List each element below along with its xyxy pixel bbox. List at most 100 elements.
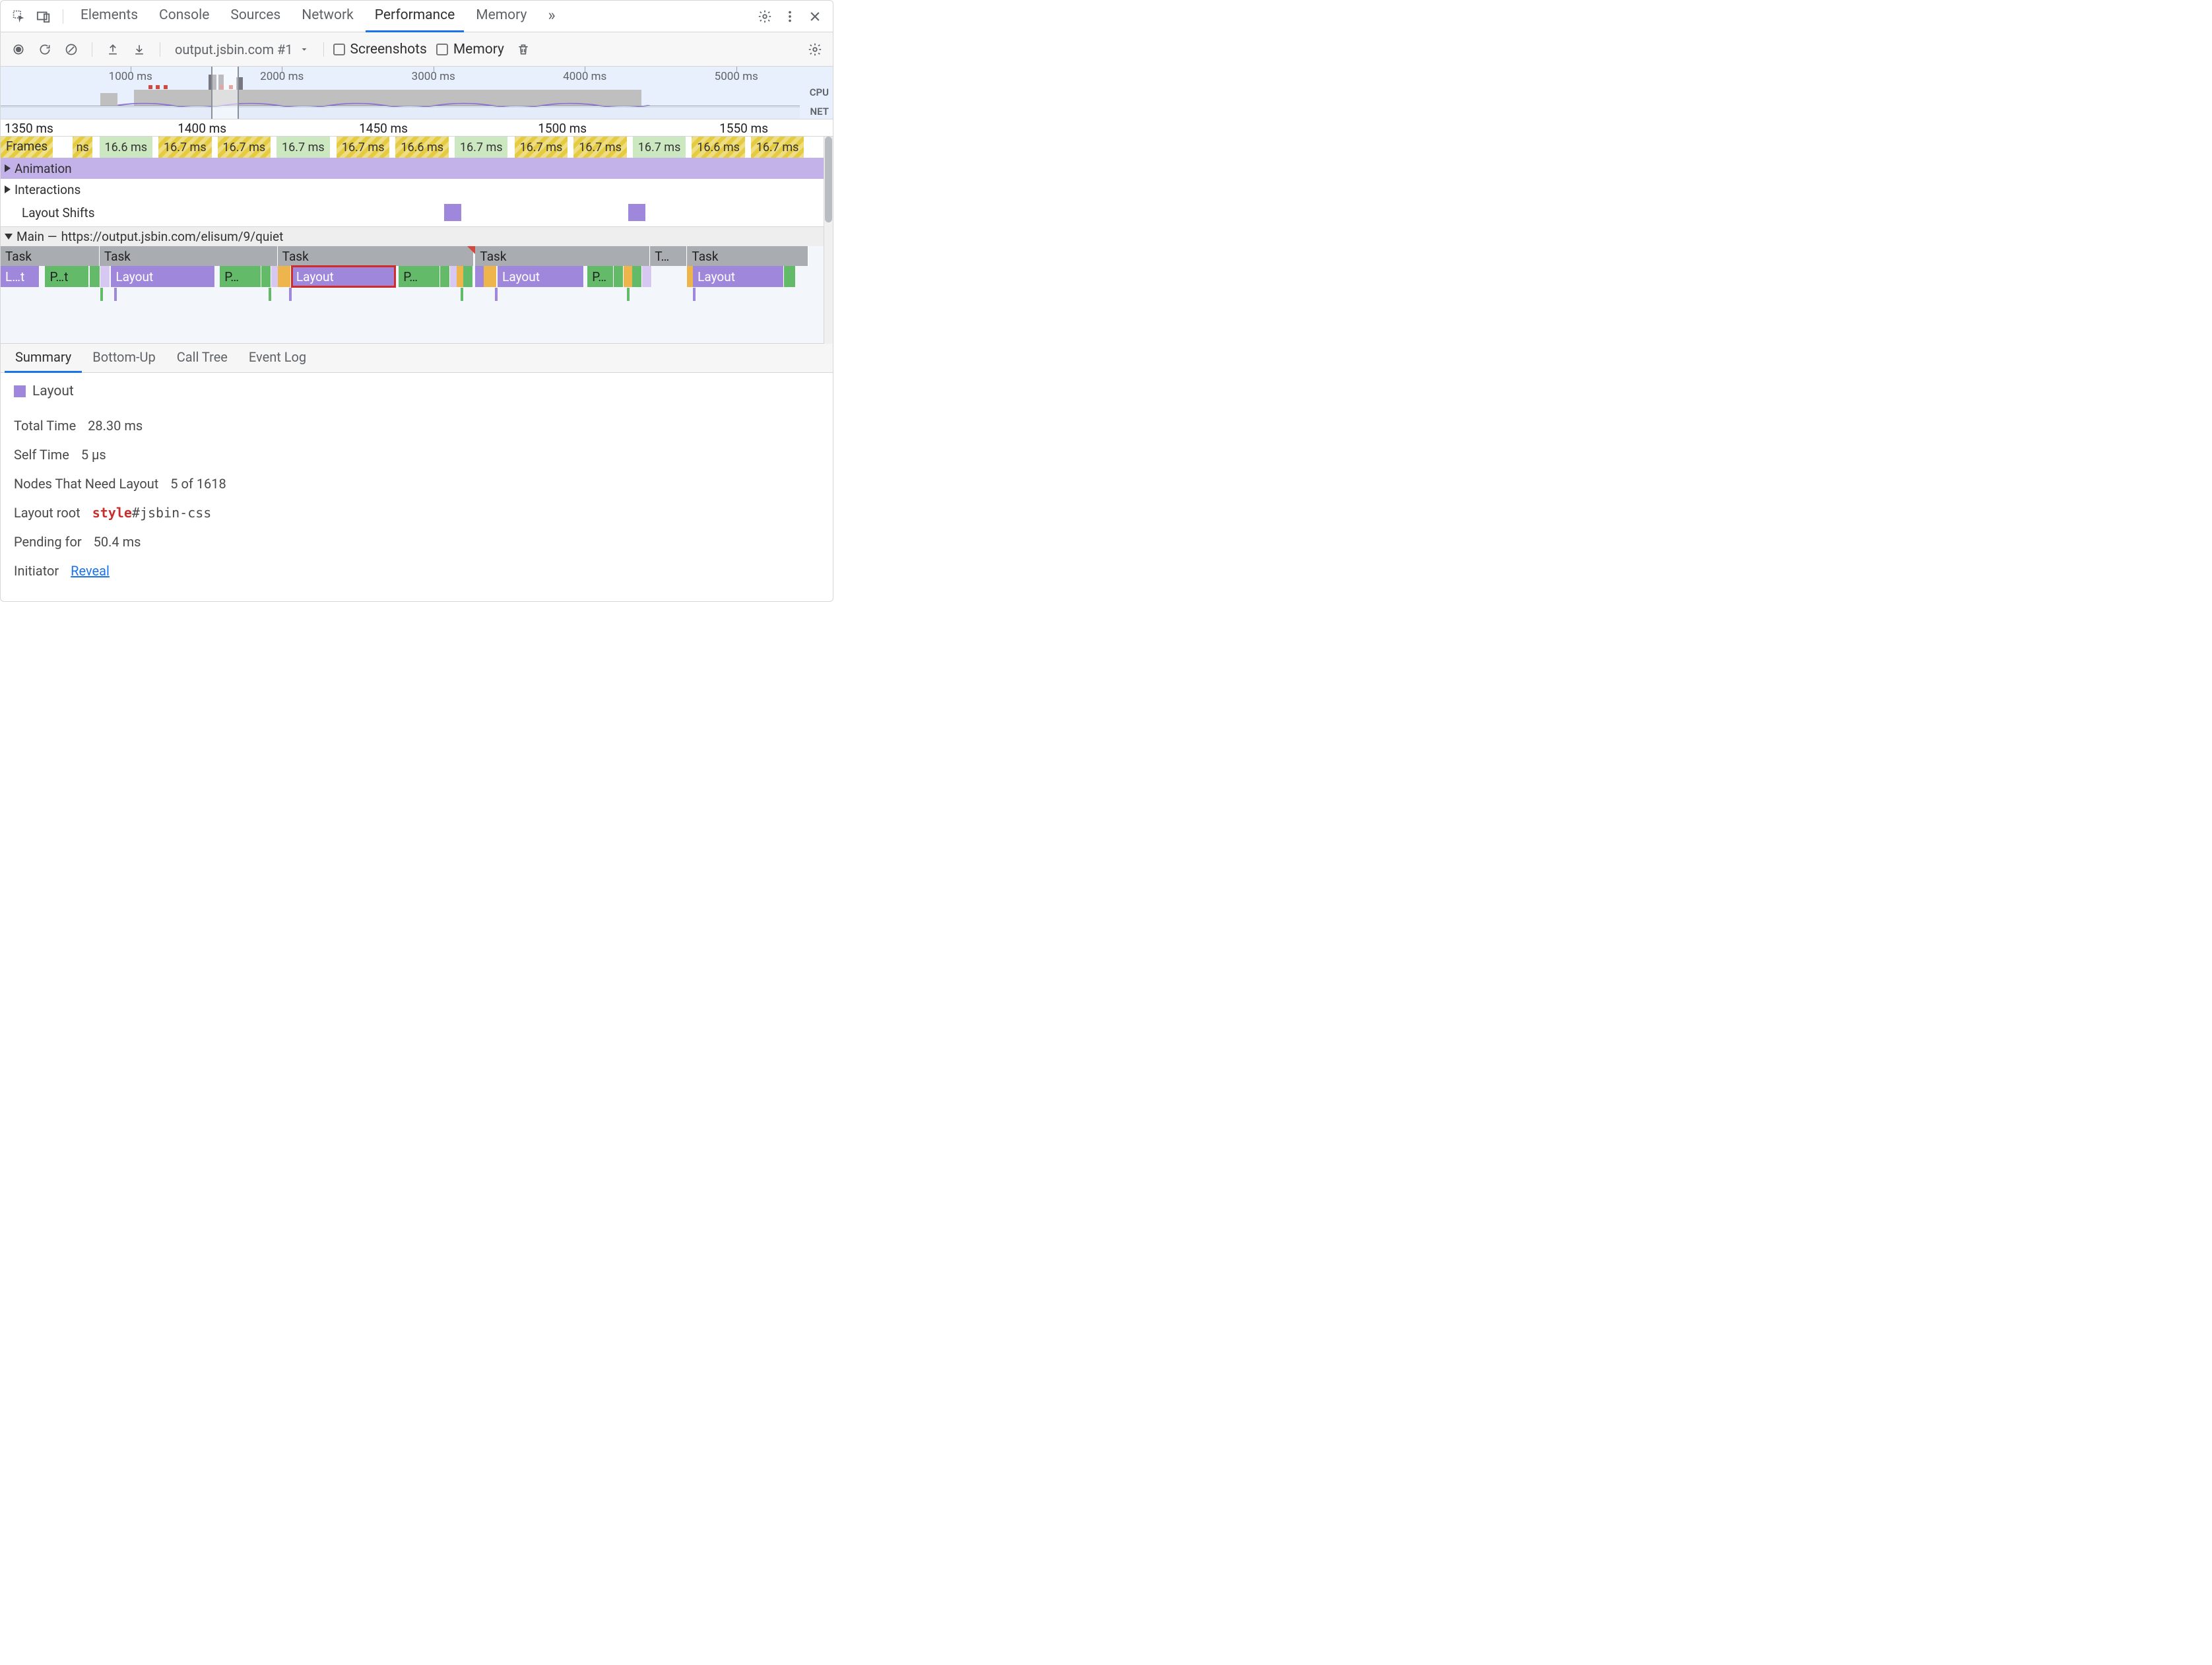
flame-block[interactable] <box>784 266 797 287</box>
summary-row: Self Time5 µs <box>14 440 820 469</box>
flame-task[interactable]: T… <box>650 246 687 266</box>
layout-shift-block[interactable] <box>628 204 645 221</box>
memory-checkbox[interactable]: Memory <box>436 42 504 57</box>
frame-block[interactable]: 16.7 ms <box>632 137 687 158</box>
flame-task[interactable]: Task <box>475 246 650 266</box>
summary-key: Self Time <box>14 447 69 463</box>
flame-block[interactable] <box>278 266 291 287</box>
flame-sliver[interactable] <box>100 288 103 301</box>
layout-shift-block[interactable] <box>444 204 461 221</box>
flame-sliver[interactable] <box>269 288 271 301</box>
flame-block[interactable]: P…t <box>45 266 88 287</box>
flame-block[interactable]: Layout <box>693 266 783 287</box>
ruler-tick-label: 1350 ms <box>5 121 53 136</box>
vertical-scrollbar[interactable] <box>824 137 833 344</box>
flame-sliver[interactable] <box>693 288 696 301</box>
flame-task[interactable]: Task <box>1 246 100 266</box>
frame-block[interactable]: 16.7 ms <box>453 137 509 158</box>
flame-block[interactable] <box>614 266 624 287</box>
tab-console[interactable]: Console <box>150 1 218 32</box>
overview-selection[interactable] <box>211 67 239 119</box>
flame-block[interactable]: P… <box>399 266 439 287</box>
trash-icon[interactable] <box>512 38 535 61</box>
tab-memory[interactable]: Memory <box>467 1 536 32</box>
flame-block[interactable] <box>100 266 110 287</box>
layout-shifts-track[interactable]: Layout Shifts <box>1 200 833 226</box>
flame-sliver[interactable] <box>461 288 463 301</box>
zoom-ruler: 1350 ms1400 ms1450 ms1500 ms1550 ms <box>1 119 833 137</box>
capture-settings-gear-icon[interactable] <box>804 38 826 61</box>
flame-block[interactable]: L…t <box>1 266 40 287</box>
flame-chart[interactable]: TaskTaskTaskTaskT…Task L…tP…tLayoutP…Lay… <box>1 246 833 344</box>
tab-sources[interactable]: Sources <box>221 1 290 32</box>
frame-block[interactable]: 16.6 ms <box>394 137 449 158</box>
interactions-track-header[interactable]: Interactions <box>1 179 833 200</box>
frame-block[interactable]: 16.6 ms <box>98 137 154 158</box>
flame-block[interactable]: Layout <box>111 266 214 287</box>
animation-track-header[interactable]: Animation <box>1 158 833 179</box>
flame-block[interactable] <box>632 266 642 287</box>
animation-track-label: Animation <box>15 161 72 176</box>
overview-tick-label: 3000 ms <box>412 70 455 83</box>
device-toolbar-icon[interactable] <box>32 5 55 28</box>
frame-block[interactable]: 16.7 ms <box>275 137 331 158</box>
record-button[interactable] <box>7 38 30 61</box>
frame-block[interactable]: ns <box>71 137 94 158</box>
clear-button[interactable] <box>60 38 82 61</box>
download-profile-icon[interactable] <box>128 38 150 61</box>
flame-task[interactable]: Task <box>687 246 808 266</box>
frame-block[interactable]: 16.7 ms <box>513 137 569 158</box>
frames-track[interactable]: Frames ns16.6 ms16.7 ms16.7 ms16.7 ms16.… <box>1 137 833 158</box>
flame-sliver[interactable] <box>627 288 630 301</box>
settings-gear-icon[interactable] <box>754 5 776 28</box>
flame-block[interactable]: P… <box>220 266 261 287</box>
details-tab-call-tree[interactable]: Call Tree <box>166 344 238 373</box>
flame-sliver[interactable] <box>289 288 292 301</box>
frame-block[interactable]: 16.7 ms <box>572 137 628 158</box>
summary-row: Layout rootstyle#jsbin-css <box>14 498 820 527</box>
frame-block[interactable]: 16.7 ms <box>216 137 272 158</box>
close-devtools-icon[interactable] <box>804 5 826 28</box>
frame-block[interactable]: 16.7 ms <box>335 137 391 158</box>
summary-key: Pending for <box>14 534 82 550</box>
inspect-element-icon[interactable] <box>7 5 30 28</box>
flame-block[interactable] <box>90 266 100 287</box>
reload-record-button[interactable] <box>34 38 56 61</box>
recording-selector-label: output.jsbin.com #1 <box>175 42 293 57</box>
recording-selector[interactable]: output.jsbin.com #1 <box>170 42 314 57</box>
frame-block[interactable]: 16.7 ms <box>750 137 805 158</box>
details-tab-bottom-up[interactable]: Bottom-Up <box>82 344 166 373</box>
flame-task[interactable]: Task <box>100 246 278 266</box>
more-tabs-button[interactable]: » <box>538 1 564 32</box>
overview-tick-label: 5000 ms <box>715 70 758 83</box>
reveal-link[interactable]: Reveal <box>71 563 110 579</box>
flame-block[interactable] <box>261 266 271 287</box>
main-thread-header[interactable]: Main — https://output.jsbin.com/elisum/9… <box>1 226 833 246</box>
flame-task[interactable]: Task <box>278 246 474 266</box>
flame-block[interactable] <box>642 266 652 287</box>
scrollbar-thumb[interactable] <box>825 137 832 222</box>
flame-sliver[interactable] <box>114 288 117 301</box>
ruler-tick-label: 1550 ms <box>719 121 768 136</box>
ruler-tick-label: 1450 ms <box>359 121 408 136</box>
overview-long-task-mark <box>164 85 168 89</box>
frame-block[interactable]: 16.7 ms <box>157 137 212 158</box>
flame-block[interactable] <box>463 266 473 287</box>
timeline-overview[interactable]: 1000 ms2000 ms3000 ms4000 ms5000 ms CPU … <box>1 67 833 119</box>
details-tab-event-log[interactable]: Event Log <box>238 344 317 373</box>
kebab-menu-icon[interactable] <box>779 5 801 28</box>
flame-block[interactable]: Layout <box>498 266 584 287</box>
tab-elements[interactable]: Elements <box>71 1 147 32</box>
details-tab-summary[interactable]: Summary <box>5 344 82 373</box>
flame-sliver[interactable] <box>495 288 498 301</box>
flame-block[interactable] <box>484 266 497 287</box>
frame-block[interactable]: 16.6 ms <box>690 137 746 158</box>
tab-network[interactable]: Network <box>292 1 363 32</box>
flame-block[interactable]: Layout <box>292 266 395 287</box>
screenshots-checkbox[interactable]: Screenshots <box>333 42 427 57</box>
upload-profile-icon[interactable] <box>102 38 124 61</box>
flame-block[interactable] <box>440 266 450 287</box>
flame-block[interactable]: P… <box>587 266 614 287</box>
tab-performance[interactable]: Performance <box>366 1 464 32</box>
interactions-track-label: Interactions <box>15 182 81 197</box>
